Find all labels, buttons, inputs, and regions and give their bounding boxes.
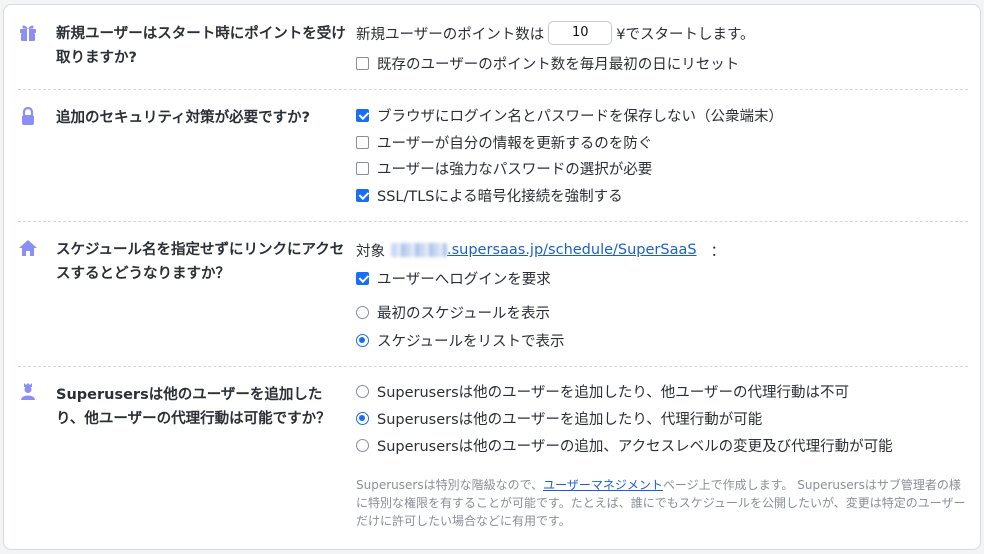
default-view-option-1[interactable]: 最初のスケジュールを表示 [356, 301, 550, 323]
superuser-option-2[interactable]: Superusersは他のユーザーを追加したり、代理行動が可能 [356, 407, 762, 429]
reset-points-checkbox[interactable] [356, 56, 369, 70]
divider [18, 221, 968, 222]
security-label-2: ユーザーが自分の情報を更新するのを防ぐ [377, 135, 653, 152]
divider [18, 366, 968, 367]
start-points-input[interactable]: 10 [548, 21, 613, 45]
superuser-label-2: Superusersは他のユーザーを追加したり、代理行動が可能 [377, 411, 763, 428]
security-checkbox-3[interactable] [356, 161, 369, 175]
superuser-label-3: Superusersは他のユーザーの追加、アクセスレベルの変更及び代理行動が可能 [377, 438, 893, 455]
target-link[interactable]: .supersaas.jp/schedule/SuperSaaS [447, 242, 697, 258]
start-points-prefix: 新規ユーザーのポイント数は [356, 26, 545, 43]
home-icon [19, 240, 37, 256]
reset-points-option[interactable]: 既存のユーザーのポイント数を毎月最初の日にリセット [356, 52, 739, 74]
security-option-1[interactable]: ブラウザにログイン名とパスワードを保存しない（公衆端末） [356, 104, 783, 126]
security-option-4[interactable]: SSL/TLSによる暗号化接続を強制する [356, 184, 623, 206]
gift-icon [20, 25, 36, 41]
start-points-row: 新規ユーザーのポイント数は 10 ¥でスタートします。 [356, 21, 755, 45]
superuser-icon [21, 383, 35, 400]
default-view-radio-2[interactable] [356, 333, 369, 347]
default-view-label-1: 最初のスケジュールを表示 [377, 305, 550, 322]
settings-card: 新規ユーザーはスタート時にポイントを受け取りますか? 新規ユーザーのポイント数は… [3, 4, 981, 550]
target-prefix: 対象 [356, 243, 385, 260]
target-url-row: 対象 .supersaas.jp/schedule/SuperSaaS ： [356, 239, 725, 261]
question-default-link: スケジュール名を指定せずにリンクにアクセスするとどうなりますか？ [56, 242, 345, 282]
superuser-radio-1[interactable] [356, 384, 369, 398]
security-option-3[interactable]: ユーザーは強力なパスワードの選択が必要 [356, 157, 652, 179]
security-checkbox-1[interactable] [356, 108, 369, 122]
start-points-suffix: ¥でスタートします。 [616, 26, 755, 43]
require-login-label: ユーザーへログインを要求 [377, 271, 551, 288]
superuser-radio-3[interactable] [356, 438, 369, 452]
default-view-label-2: スケジュールをリストで表示 [377, 333, 565, 350]
question-superusers: Superusersは他のユーザーを追加したり、他ユーザーの代理行動は可能ですか… [56, 387, 331, 427]
superuser-option-3[interactable]: Superusersは他のユーザーの追加、アクセスレベルの変更及び代理行動が可能 [356, 434, 893, 456]
help-text-before: Superusersは特別な階級なので、 [356, 478, 544, 492]
question-start-points: 新規ユーザーはスタート時にポイントを受け取りますか? [56, 26, 346, 66]
divider [18, 89, 968, 90]
require-login-checkbox[interactable] [356, 271, 369, 285]
lock-icon [22, 106, 34, 125]
security-checkbox-2[interactable] [356, 135, 369, 149]
security-label-4: SSL/TLSによる暗号化接続を強制する [377, 188, 623, 205]
redacted-subdomain [391, 243, 447, 257]
superuser-radio-2[interactable] [356, 411, 369, 425]
default-view-radio-1[interactable] [356, 305, 369, 319]
security-label-1: ブラウザにログイン名とパスワードを保存しない（公衆端末） [377, 108, 783, 125]
user-management-link[interactable]: ユーザーマネジメント [543, 478, 663, 492]
security-option-2[interactable]: ユーザーが自分の情報を更新するのを防ぐ [356, 131, 652, 153]
superuser-option-1[interactable]: Superusersは他のユーザーを追加したり、他ユーザーの代理行動は不可 [356, 380, 849, 402]
superuser-label-1: Superusersは他のユーザーを追加したり、他ユーザーの代理行動は不可 [377, 384, 849, 401]
require-login-option[interactable]: ユーザーへログインを要求 [356, 267, 551, 289]
security-label-3: ユーザーは強力なパスワードの選択が必要 [377, 161, 653, 178]
security-checkbox-4[interactable] [356, 188, 369, 202]
reset-points-label: 既存のユーザーのポイント数を毎月最初の日にリセット [377, 56, 740, 73]
target-suffix: ： [710, 243, 726, 260]
question-security: 追加のセキュリティ対策が必要ですか? [56, 110, 311, 126]
superuser-help-text: Superusersは特別な階級なので、ユーザーマネジメントページ上で作成します… [356, 476, 968, 530]
default-view-option-2[interactable]: スケジュールをリストで表示 [356, 329, 564, 351]
